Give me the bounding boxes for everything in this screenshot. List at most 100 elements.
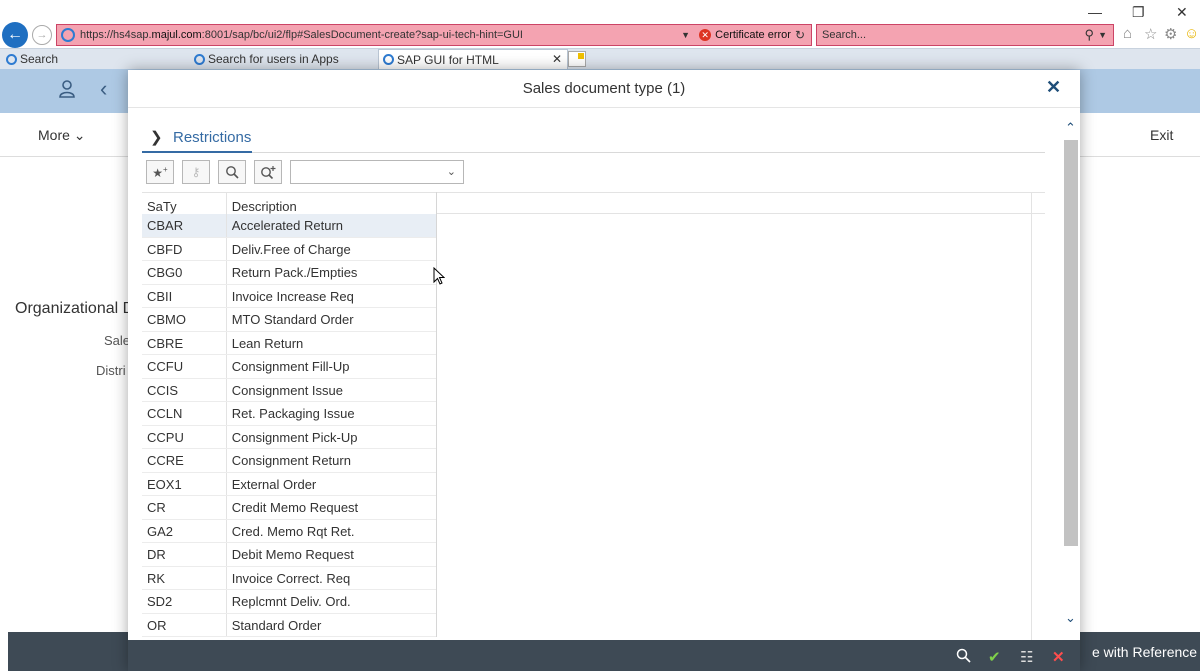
- back-arrow-icon[interactable]: ←: [2, 22, 28, 48]
- sales-org-label: Sale: [104, 333, 131, 348]
- table-row[interactable]: RK Invoice Correct. Req: [142, 566, 436, 590]
- favorites-star-icon[interactable]: ☆: [1144, 25, 1157, 43]
- minimize-icon[interactable]: —: [1088, 4, 1102, 20]
- cell-description: Cred. Memo Rqt Ret.: [231, 523, 355, 539]
- table-row[interactable]: CCRE Consignment Return: [142, 449, 436, 473]
- multiple-selection-icon[interactable]: ☷: [1020, 648, 1033, 666]
- tab-close-icon[interactable]: ✕: [552, 52, 562, 66]
- scroll-up-icon[interactable]: ⌃: [1065, 120, 1076, 136]
- search-dropdown-icon[interactable]: ▼: [1098, 30, 1107, 40]
- cell-saty: DR: [142, 543, 227, 566]
- find-button[interactable]: [218, 160, 246, 184]
- table-row[interactable]: OR Standard Order: [142, 613, 436, 637]
- cell-description: Return Pack./Empties: [231, 265, 358, 280]
- close-window-icon[interactable]: ✕: [1176, 4, 1188, 21]
- table-row[interactable]: CCIS Consignment Issue: [142, 378, 436, 402]
- settings-gear-icon[interactable]: ⚙: [1164, 25, 1177, 43]
- chevron-right-icon[interactable]: ❯: [150, 128, 163, 146]
- create-with-reference-button[interactable]: e with Reference: [1092, 644, 1197, 660]
- user-icon[interactable]: [58, 80, 76, 98]
- check-icon[interactable]: ✔: [988, 648, 1001, 666]
- value-help-dialog: Sales document type (1) ✕ ❯ Restrictions…: [128, 70, 1080, 671]
- vertical-scrollbar[interactable]: ⌃ ⌄: [1062, 120, 1080, 630]
- restrictions-divider: [142, 152, 1045, 153]
- scroll-down-icon[interactable]: ⌄: [1065, 610, 1076, 626]
- cell-description: Lean Return: [231, 335, 304, 351]
- cell-description: Debit Memo Request: [231, 547, 354, 562]
- dialog-close-icon[interactable]: ✕: [1046, 77, 1061, 98]
- new-tab-icon[interactable]: [568, 51, 586, 67]
- tab-sap-gui[interactable]: SAP GUI for HTML ✕: [378, 49, 568, 69]
- restrictions-toggle[interactable]: Restrictions: [173, 129, 251, 146]
- column-header-saty[interactable]: SaTy: [142, 193, 227, 214]
- more-button[interactable]: More ⌄: [38, 127, 86, 144]
- table-row[interactable]: EOX1 External Order: [142, 472, 436, 496]
- search-icon[interactable]: [956, 648, 971, 663]
- cell-saty: GA2: [142, 519, 227, 542]
- cell-saty: OR: [142, 613, 227, 636]
- smiley-feedback-icon[interactable]: ☺: [1184, 25, 1199, 42]
- cell-saty: CBII: [142, 284, 227, 307]
- table-row[interactable]: CBAR Accelerated Return: [142, 214, 436, 238]
- table-body: CBAR Accelerated Return CBFD Deliv.Free of …: [142, 214, 436, 637]
- cancel-icon[interactable]: ✕: [1052, 648, 1065, 666]
- mouse-cursor-icon: [433, 267, 445, 285]
- cell-saty: EOX1: [142, 472, 227, 495]
- cell-saty: CBMO: [142, 308, 227, 331]
- column-header-description[interactable]: Description: [227, 193, 436, 214]
- refresh-icon[interactable]: ↻: [795, 28, 805, 42]
- dialog-footer: [128, 640, 1080, 671]
- distribution-channel-label: Distri: [96, 363, 126, 378]
- table-row[interactable]: CBMO MTO Standard Order: [142, 308, 436, 332]
- layout-select[interactable]: ⌄: [290, 160, 464, 184]
- star-plus-icon: ★+: [152, 164, 168, 180]
- cell-description: Consignment Pick-Up: [231, 429, 358, 445]
- cell-saty: CBG0: [142, 261, 227, 284]
- address-bar[interactable]: https://hs4sap.majul.com:8001/sap/bc/ui2…: [56, 24, 812, 46]
- cell-description: Ret. Packaging Issue: [231, 406, 355, 421]
- table-row[interactable]: CBII Invoice Increase Req: [142, 284, 436, 308]
- table-row[interactable]: CCLN Ret. Packaging Issue: [142, 402, 436, 426]
- table-row[interactable]: CBRE Lean Return: [142, 331, 436, 355]
- cell-saty: SD2: [142, 590, 227, 613]
- hit-list-button[interactable]: ⚷: [182, 160, 210, 184]
- cell-description: Standard Order: [231, 617, 322, 633]
- table-row[interactable]: DR Debit Memo Request: [142, 543, 436, 567]
- browser-chrome: — ❐ ✕ ← → https://hs4sap.majul.com:8001/…: [0, 0, 1200, 69]
- table-row[interactable]: CCFU Consignment Fill-Up: [142, 355, 436, 379]
- cell-description: Consignment Fill-Up: [231, 359, 350, 374]
- certificate-error-label[interactable]: Certificate error: [715, 29, 791, 41]
- exit-button[interactable]: Exit: [1150, 127, 1173, 143]
- home-icon[interactable]: ⌂: [1123, 25, 1132, 42]
- shell-back-icon[interactable]: ‹: [100, 76, 107, 102]
- cell-description: External Order: [231, 476, 317, 492]
- table-row[interactable]: CBG0 Return Pack./Empties: [142, 261, 436, 285]
- browser-search-input[interactable]: Search... ⚲ ▼: [816, 24, 1114, 46]
- cell-saty: CBAR: [142, 214, 227, 237]
- table-row[interactable]: CBFD Deliv.Free of Charge: [142, 237, 436, 261]
- table-row[interactable]: GA2 Cred. Memo Rqt Ret.: [142, 519, 436, 543]
- forward-arrow-icon[interactable]: →: [32, 25, 52, 45]
- restore-icon[interactable]: ❐: [1132, 4, 1145, 21]
- ie-tab-icon: [383, 54, 394, 65]
- dialog-header: Sales document type (1) ✕: [128, 70, 1080, 108]
- cell-description: Consignment Issue: [231, 382, 343, 398]
- cell-saty: CCLN: [142, 402, 227, 425]
- key-icon: ⚷: [191, 165, 201, 179]
- table-row[interactable]: CCPU Consignment Pick-Up: [142, 425, 436, 449]
- certificate-error-icon: ✕: [699, 29, 712, 41]
- add-favorite-button[interactable]: ★+: [146, 160, 174, 184]
- search-icon[interactable]: ⚲: [1085, 27, 1095, 43]
- find-next-button[interactable]: [254, 160, 282, 184]
- grid-header-empty: [437, 192, 1045, 214]
- table-row[interactable]: CR Credit Memo Request: [142, 496, 436, 520]
- cell-saty: CCRE: [142, 449, 227, 472]
- scrollbar-thumb[interactable]: [1064, 140, 1078, 546]
- tab-search-users[interactable]: Search for users in Apps: [190, 49, 378, 69]
- tab-search[interactable]: Search: [2, 49, 190, 69]
- results-table: SaTy Description CBAR Accelerated Return C…: [142, 192, 437, 637]
- ie-tab-icon: [6, 53, 17, 65]
- cell-description: Accelerated Return: [231, 218, 343, 233]
- table-row[interactable]: SD2 Replcmnt Deliv. Ord.: [142, 590, 436, 614]
- address-dropdown-icon[interactable]: ▼: [681, 30, 695, 40]
